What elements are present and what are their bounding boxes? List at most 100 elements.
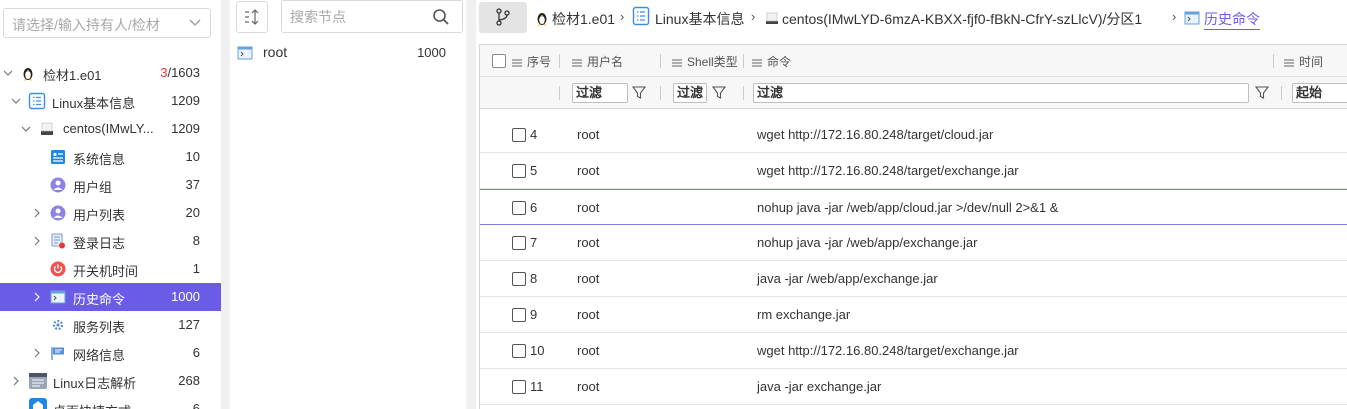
row-command: nohup java -jar /web/app/cloud.jar >/dev… [757, 200, 1059, 215]
breadcrumb-category[interactable]: Linux基本信息 [655, 9, 744, 29]
tree-item-linux-basic-info[interactable]: Linux基本信息 1209 [0, 87, 221, 115]
branch-toggle-button[interactable] [479, 2, 527, 33]
column-menu-icon[interactable] [672, 59, 682, 67]
tree-item-login-log[interactable]: 登录日志 8 [0, 227, 221, 255]
chevron-down-icon[interactable] [2, 67, 14, 79]
breadcrumb-current[interactable]: 历史命令 [1204, 9, 1260, 30]
column-resize-handle[interactable] [559, 54, 560, 68]
table-row[interactable]: 9 root rm exchange.jar [480, 297, 1347, 333]
tree-item-user-list[interactable]: 用户列表 20 [0, 199, 221, 227]
row-seq: 9 [530, 307, 538, 322]
column-header-user[interactable]: 用户名 [572, 53, 623, 70]
chevron-right-icon[interactable] [31, 207, 43, 219]
column-resize-handle[interactable] [743, 86, 744, 100]
tree-item-label: 开关机时间 [73, 264, 139, 279]
table-row[interactable]: 4 root wget http://172.16.80.248/target/… [480, 117, 1347, 153]
time-start-filter-input[interactable]: 起始 [1292, 83, 1347, 103]
row-checkbox[interactable] [512, 236, 526, 250]
node-item-label: root [263, 44, 288, 60]
shell-filter-input[interactable]: 过滤 [673, 83, 707, 103]
chevron-down-icon[interactable] [10, 95, 22, 107]
select-all-checkbox[interactable] [492, 54, 506, 68]
user-filter-input[interactable]: 过滤 [572, 83, 628, 103]
row-checkbox[interactable] [512, 344, 526, 358]
column-header-command[interactable]: 命令 [752, 53, 791, 70]
tree-item-label: 用户组 [73, 180, 113, 195]
tree-item-service-list[interactable]: 服务列表 127 [0, 311, 221, 339]
column-menu-icon[interactable] [572, 59, 582, 67]
breadcrumb-partition[interactable]: centos(IMwLYD-6mzA-KBXX-fjf0-fBkN-CfrY-s… [782, 9, 1142, 29]
linux-penguin-icon [23, 68, 33, 81]
breadcrumb-evidence[interactable]: 检材1.e01 [552, 9, 615, 29]
terminal-icon [1184, 11, 1200, 25]
filter-icon[interactable] [712, 86, 726, 100]
tree-item-centos-partition[interactable]: centos(IMwLY... 1209 [0, 115, 221, 143]
table-row[interactable]: 5 root wget http://172.16.80.248/target/… [480, 153, 1347, 189]
row-checkbox[interactable] [512, 164, 526, 178]
network-icon [51, 347, 64, 360]
column-resize-handle[interactable] [660, 54, 661, 68]
tree-item-user-group[interactable]: 用户组 37 [0, 171, 221, 199]
column-resize-handle[interactable] [559, 86, 560, 100]
panel-splitter[interactable] [466, 0, 476, 409]
column-header-time[interactable]: 时间 [1284, 53, 1323, 70]
desktop-icon [29, 398, 47, 409]
column-resize-handle[interactable] [1273, 54, 1274, 68]
chevron-right-icon[interactable] [31, 235, 43, 247]
column-menu-icon[interactable] [512, 59, 522, 67]
system-info-icon [51, 150, 65, 164]
row-checkbox[interactable] [512, 380, 526, 394]
tree-item-count: 6 [192, 401, 200, 409]
chevron-down-icon[interactable] [20, 123, 32, 135]
tree-item-system-info[interactable]: 系统信息 10 [0, 143, 221, 171]
tree-item-evidence[interactable]: 检材1.e01 3/1603 [0, 59, 221, 87]
chevron-right-icon[interactable] [31, 347, 43, 359]
tree-item-count: 10 [185, 149, 200, 164]
node-search-input[interactable] [290, 7, 420, 27]
row-seq: 4 [530, 127, 538, 142]
row-command: java -jar exchange.jar [757, 379, 882, 394]
tree-item-power-time[interactable]: 开关机时间 1 [0, 255, 221, 283]
filter-icon[interactable] [1255, 86, 1269, 100]
column-menu-icon[interactable] [1284, 59, 1294, 67]
tree-item-desktop-shortcuts[interactable]: 桌面快捷方式 6 [0, 395, 221, 409]
tree-item-label: 系统信息 [73, 152, 126, 167]
owner-select[interactable]: 请选择/输入持有人/检材 [3, 8, 211, 38]
disk-icon [766, 12, 778, 24]
sort-button[interactable] [236, 1, 268, 33]
row-checkbox[interactable] [512, 128, 526, 142]
row-checkbox[interactable] [512, 272, 526, 286]
node-search-box[interactable] [281, 0, 463, 33]
row-checkbox[interactable] [512, 308, 526, 322]
panel-splitter[interactable] [221, 0, 230, 409]
tree-item-linux-log-parse[interactable]: Linux日志解析 268 [0, 367, 221, 395]
table-row[interactable]: 8 root java -jar /web/app/exchange.jar [480, 261, 1347, 297]
chevron-right-icon[interactable] [10, 375, 22, 387]
command-filter-input[interactable]: 过滤 [753, 83, 1249, 103]
filter-icon[interactable] [632, 86, 646, 100]
tree-item-count: 1000 [171, 289, 200, 304]
column-resize-handle[interactable] [743, 54, 744, 68]
terminal-icon [50, 290, 66, 304]
search-icon[interactable] [432, 8, 450, 26]
table-row[interactable]: 7 root nohup java -jar /web/app/exchange… [480, 225, 1347, 261]
column-resize-handle[interactable] [1281, 86, 1282, 100]
chevron-right-icon[interactable] [31, 291, 43, 303]
row-checkbox[interactable] [512, 201, 526, 215]
tree-item-network-info[interactable]: 网络信息 6 [0, 339, 221, 367]
row-seq: 5 [530, 163, 538, 178]
column-menu-icon[interactable] [752, 59, 762, 67]
row-seq: 6 [530, 200, 538, 215]
table-row[interactable]: 11 root java -jar exchange.jar [480, 369, 1347, 405]
column-resize-handle[interactable] [660, 86, 661, 100]
tree-item-count: 8 [192, 233, 200, 248]
table-row[interactable]: 10 root wget http://172.16.80.248/target… [480, 333, 1347, 369]
table-row[interactable]: 6 root nohup java -jar /web/app/cloud.ja… [480, 189, 1347, 225]
column-header-shell[interactable]: Shell类型 [672, 53, 738, 70]
tree-item-label: 服务列表 [73, 320, 126, 335]
node-item-root[interactable]: root 1000 [230, 40, 466, 66]
tree-item-command-history[interactable]: 历史命令 1000 [0, 283, 221, 311]
row-command: wget http://172.16.80.248/target/cloud.j… [757, 127, 994, 142]
column-header-seq[interactable]: 序号 [512, 53, 551, 70]
row-command: nohup java -jar /web/app/exchange.jar [757, 235, 978, 250]
